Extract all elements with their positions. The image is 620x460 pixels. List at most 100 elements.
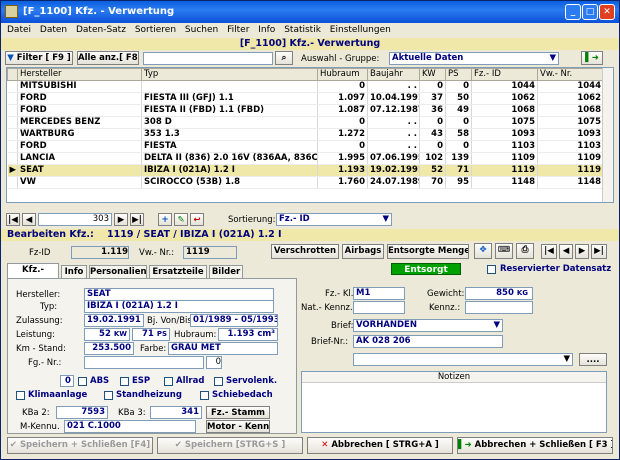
keyboard-icon[interactable]: ⌨ [495,243,513,259]
edit-record-button[interactable]: ✎ [174,213,188,226]
menu-sortieren[interactable]: Sortieren [135,25,176,35]
typ-field[interactable]: IBIZA I (021A) 1.2 I [84,300,274,313]
table-row[interactable]: FORD FIESTA III (GFJ) 1.1 1.097 10.04.1991 3… [7,92,604,105]
more-button[interactable]: .... [579,353,607,366]
fz-stamm-button[interactable]: Fz.- Stamm [206,406,270,419]
menu-daten-satz[interactable]: Daten-Satz [76,25,126,35]
menu-filter[interactable]: Filter [227,25,249,35]
menu-datei[interactable]: Datei [7,25,31,35]
search-input[interactable] [143,52,273,65]
close-button[interactable]: ✕ [599,4,615,20]
reserviert-checkbox[interactable] [487,265,496,274]
kba2-field[interactable]: 7593 [56,406,108,419]
minimize-button[interactable]: _ [565,4,581,20]
vertical-scrollbar[interactable] [602,68,613,202]
menu-daten[interactable]: Daten [40,25,67,35]
show-all-button[interactable]: Alle anz.[ F8 ] [77,51,139,65]
undo-record-button[interactable]: ↩ [190,213,204,226]
entsorgte-mengen-button[interactable]: Entsorgte Mengen [387,244,469,259]
menu-einstellungen[interactable]: Einstellungen [330,25,391,35]
col-vwnr[interactable]: Vw.- Nr. [537,68,604,81]
save-button[interactable]: ✔ Speichern [STRG+S ] [157,437,303,454]
filter-button[interactable]: ▼ Filter [ F9 ] [5,51,73,65]
table-cell: . . [367,116,420,129]
natkennz-field[interactable] [353,301,405,314]
add-record-button[interactable]: + [158,213,172,226]
briefnr-field[interactable]: AK 028 206 [353,335,503,348]
col-hersteller[interactable]: Hersteller [17,68,142,81]
table-row[interactable]: FORD FIESTA 0. . 0 0 1103 1103 [7,140,604,153]
misc-select[interactable]: ▼ [353,353,573,366]
servolenk-checkbox[interactable] [214,377,223,386]
esp-checkbox[interactable] [120,377,129,386]
auswahl-select[interactable]: Aktuelle Daten ▼ [389,52,559,65]
gewicht-field[interactable]: 850 KG [465,287,533,300]
fzkl-field[interactable]: M1 [353,287,405,300]
cancel-close-button[interactable]: ▌➜ Abbrechen + Schließen [ F3 ] [457,437,613,454]
table-row[interactable]: VW SCIROCCO (53B) 1.8 1.760 24.07.1989 70 95 1… [7,176,604,189]
fgnr-check-field[interactable]: 0 [206,356,222,369]
last-record-button[interactable]: ▶| [130,213,144,226]
last-icon[interactable]: ▶| [591,244,607,259]
data-grid[interactable]: Hersteller Typ Hubraum Baujahr KW PS Fz.… [6,67,614,203]
standheizung-checkbox[interactable] [104,391,113,400]
col-kw[interactable]: KW [419,68,446,81]
exit-button[interactable]: ▌➜ [581,51,603,65]
vwnr-field[interactable]: 1119 [183,246,237,259]
kw-field[interactable]: 52 KW [84,328,130,341]
search-button[interactable]: ⌕ [275,51,293,65]
tab-bilder[interactable]: Bilder [209,265,243,278]
motor-kennb-button[interactable]: Motor - Kennb. [206,420,270,433]
col-fzid[interactable]: Fz.- ID [471,68,538,81]
table-row[interactable]: MERCEDES BENZ 308 D0. . 0 0 1075 1075 [7,116,604,129]
airbags-button[interactable]: Airbags [342,244,384,259]
farbe-field[interactable]: GRAU MET [168,342,278,355]
fgnr-field[interactable] [84,356,204,369]
tab-ersatzteile[interactable]: Ersatzteile [149,265,207,278]
klima-checkbox[interactable] [16,391,25,400]
kennz-field[interactable] [465,301,533,314]
tab-info[interactable]: Info [61,265,87,278]
col-baujahr[interactable]: Baujahr [367,68,420,81]
kba3-field[interactable]: 341 [150,406,202,419]
verschrotten-button[interactable]: Verschrotten [271,244,339,259]
table-row[interactable]: ▶ SEAT IBIZA I (021A) 1.2 I 1.193 19.02.1991… [7,164,604,177]
tab-personalien[interactable]: Personalien [89,265,147,278]
ps-field[interactable]: 71 PS [132,328,170,341]
sort-select[interactable]: Fz.- ID ▼ [276,213,392,226]
hubraum-field[interactable]: 1.193 cm³ [218,328,278,341]
print-icon[interactable]: ⎙ [516,243,534,259]
next-icon[interactable]: ▶ [575,244,589,259]
menu-statistik[interactable]: Statistik [284,25,321,35]
record-number-field[interactable]: 303 [38,213,112,226]
brief-select[interactable]: VORHANDEN ▼ [353,319,503,332]
save-close-button[interactable]: ✔ Speichern + Schließen [F4] [7,437,153,454]
next-record-button[interactable]: ▶ [114,213,128,226]
mkennu-field[interactable]: 021 C.1000 [64,420,196,433]
menu-info[interactable]: Info [258,25,275,35]
col-hubraum[interactable]: Hubraum [317,68,368,81]
table-row[interactable]: MITSUBISHI 0. . 0 0 1044 1044 [7,80,604,93]
fzid-field[interactable]: 1.119 [71,246,129,259]
schiebedach-checkbox[interactable] [200,391,209,400]
allrad-checkbox[interactable] [164,377,173,386]
col-typ[interactable]: Typ [141,68,318,81]
bj-field[interactable]: 01/1989 - 05/1993 [190,314,278,327]
table-row[interactable]: FORD FIESTA II (FBD) 1.1 (FBD) 1.087 07.12.… [7,104,604,117]
expand-icon[interactable]: ✥ [474,243,492,259]
menu-suchen[interactable]: Suchen [185,25,218,35]
first-icon[interactable]: |◀ [541,244,557,259]
cancel-button[interactable]: ✕ Abbrechen [ STRG+A ] [307,437,453,454]
kmstand-field[interactable]: 253.500 [84,342,134,355]
table-row[interactable]: WARTBURG 353 1.3 1.272. . 43 58 1093 1093 [7,128,604,141]
tab-kfz-daten[interactable]: Kfz.-Daten [7,263,59,288]
col-ps[interactable]: PS [445,68,472,81]
abs-checkbox[interactable] [78,377,87,386]
first-record-button[interactable]: |◀ [6,213,20,226]
prev-icon[interactable]: ◀ [559,244,573,259]
table-row[interactable]: LANCIA DELTA II (836) 2.0 16V (836AA, 836… [7,152,604,165]
zulassung-field[interactable]: 19.02.1991 [84,314,144,327]
notizen-box[interactable]: Notizen [301,371,607,433]
prev-record-button[interactable]: ◀ [22,213,36,226]
maximize-button[interactable]: □ [582,4,598,20]
